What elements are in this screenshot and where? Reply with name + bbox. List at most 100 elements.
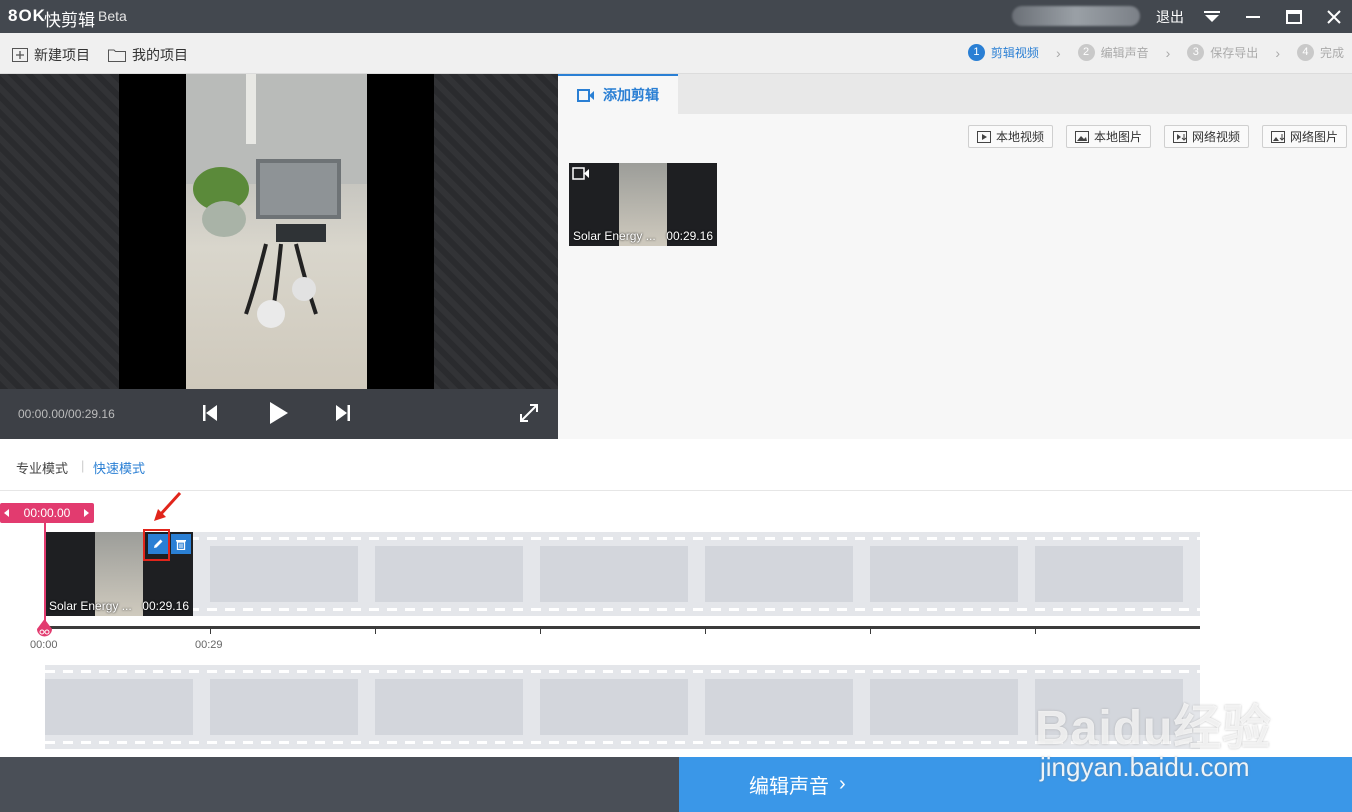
step-number: 4 (1296, 44, 1314, 61)
media-panel: 添加剪辑 本地视频 本地图片 网络视频 网络图片 (558, 74, 1352, 439)
my-projects-button[interactable]: 我的项目 (108, 45, 188, 65)
empty-slot[interactable] (870, 546, 1018, 602)
minimize-icon[interactable] (1233, 0, 1273, 33)
next-button-label: 编辑声音 (749, 776, 829, 798)
film-perforation (45, 670, 1200, 673)
ruler-tick (870, 626, 871, 634)
empty-slot[interactable] (870, 679, 1018, 735)
film-perforation (45, 537, 1200, 540)
new-project-label: 新建项目 (34, 47, 90, 63)
watermark-url: jingyan.baidu.com (1040, 752, 1250, 782)
fullscreen-icon[interactable] (520, 404, 538, 425)
close-icon[interactable] (1314, 0, 1352, 33)
chevron-right-icon: › (1165, 44, 1171, 61)
quick-mode-tab[interactable]: 快速模式 (93, 458, 145, 477)
step-finish[interactable]: 4 完成 (1296, 44, 1344, 61)
clip-duration: 00:29.16 (666, 229, 713, 243)
playhead-line[interactable] (44, 523, 46, 626)
web-video-label: 网络视频 (1192, 130, 1241, 144)
clip-caption: Solar Energy ... 00:29.16 (49, 599, 189, 613)
empty-slot[interactable] (210, 679, 358, 735)
app-name: 快剪辑 (44, 11, 95, 30)
download-video-icon (1173, 130, 1187, 143)
ruler-tick (375, 626, 376, 634)
workflow-steps: 1 剪辑视频 › 2 编辑声音 › 3 保存导出 › 4 完成 (967, 44, 1344, 61)
plus-box-icon (12, 48, 28, 62)
clip-title: Solar Energy ... (573, 229, 656, 243)
next-frame-icon[interactable] (336, 405, 350, 424)
empty-slot[interactable] (1035, 546, 1183, 602)
clip-title: Solar Energy ... (49, 599, 132, 613)
media-clip[interactable]: Solar Energy ... 00:29.16 (569, 163, 717, 246)
caret-right-icon (84, 509, 89, 517)
step-label: 完成 (1319, 46, 1344, 60)
media-tabbar: 添加剪辑 (558, 74, 1352, 114)
video-thumbnail (186, 74, 367, 389)
empty-slot[interactable] (540, 546, 688, 602)
step-number: 3 (1187, 44, 1205, 61)
playhead-time[interactable]: 00:00.00 (0, 503, 94, 523)
scissors-icon[interactable] (36, 619, 53, 639)
film-perforation (45, 608, 1200, 611)
step-label: 剪辑视频 (990, 46, 1039, 60)
step-number: 1 (967, 44, 985, 61)
maximize-icon[interactable] (1274, 0, 1314, 33)
title-bar: 8OK 快剪辑 Beta 退出 (0, 0, 1352, 33)
pro-mode-tab[interactable]: 专业模式 (16, 458, 68, 477)
app-edition: Beta (98, 8, 127, 24)
video-preview[interactable] (0, 74, 558, 389)
play-icon[interactable] (270, 402, 288, 427)
video-camera-icon (572, 167, 589, 180)
web-video-button[interactable]: 网络视频 (1164, 125, 1250, 148)
step-edit-audio[interactable]: 2 编辑声音 (1077, 44, 1149, 61)
video-frame (119, 74, 434, 389)
new-project-button[interactable]: 新建项目 (12, 45, 90, 65)
web-image-button[interactable]: 网络图片 (1262, 125, 1348, 148)
clip-caption: Solar Energy ... 00:29.16 (573, 229, 713, 243)
user-account[interactable] (1012, 6, 1140, 26)
local-image-button[interactable]: 本地图片 (1066, 125, 1152, 148)
step-save-export[interactable]: 3 保存导出 (1187, 44, 1258, 61)
edit-audio-next-button[interactable]: 编辑声音 › (679, 757, 1352, 812)
tab-add-clip[interactable]: 添加剪辑 (558, 74, 678, 114)
mode-bar: 专业模式 | 快速模式 (0, 439, 1352, 491)
secondary-track[interactable] (45, 665, 1200, 749)
caret-left-icon (4, 509, 9, 517)
clip-duration: 00:29.16 (142, 599, 189, 613)
time-ruler[interactable] (45, 626, 1200, 629)
empty-slot[interactable] (210, 546, 358, 602)
annotation-arrow-icon (154, 491, 182, 521)
ruler-tick (540, 626, 541, 634)
empty-slot[interactable] (375, 679, 523, 735)
chevron-right-icon: › (1055, 44, 1061, 61)
local-video-label: 本地视频 (996, 130, 1045, 144)
empty-slot[interactable] (375, 546, 523, 602)
logout-button[interactable]: 退出 (1156, 7, 1184, 27)
web-image-label: 网络图片 (1290, 130, 1339, 144)
empty-slot[interactable] (705, 679, 853, 735)
previous-frame-icon[interactable] (203, 405, 217, 424)
ruler-tick (1035, 626, 1036, 634)
empty-slot[interactable] (540, 679, 688, 735)
menu-dropdown-icon[interactable] (1192, 0, 1232, 33)
toolbar: 新建项目 我的项目 1 剪辑视频 › 2 编辑声音 › 3 保存导出 › 4 完… (0, 33, 1352, 74)
video-track[interactable] (45, 532, 1200, 616)
tab-add-clip-label: 添加剪辑 (603, 87, 659, 103)
delete-clip-button[interactable] (171, 534, 191, 554)
playback-time: 00:00.00/00:29.16 (18, 407, 115, 421)
my-projects-label: 我的项目 (132, 47, 188, 63)
watermark-brand: Baidu经验 (1035, 702, 1272, 755)
local-video-button[interactable]: 本地视频 (968, 125, 1054, 148)
ruler-label: 00:00 (30, 639, 58, 651)
video-camera-icon (577, 88, 594, 102)
step-edit-video[interactable]: 1 剪辑视频 (967, 44, 1039, 61)
download-image-icon (1271, 130, 1285, 143)
empty-slot[interactable] (45, 679, 193, 735)
app-logo-icon: 8OK (8, 6, 46, 25)
local-image-label: 本地图片 (1094, 130, 1143, 144)
folder-icon (108, 49, 126, 62)
player-controls: 00:00.00/00:29.16 (0, 389, 558, 439)
empty-slot[interactable] (705, 546, 853, 602)
highlight-box (143, 529, 170, 561)
playhead-time-label: 00:00.00 (23, 506, 71, 520)
